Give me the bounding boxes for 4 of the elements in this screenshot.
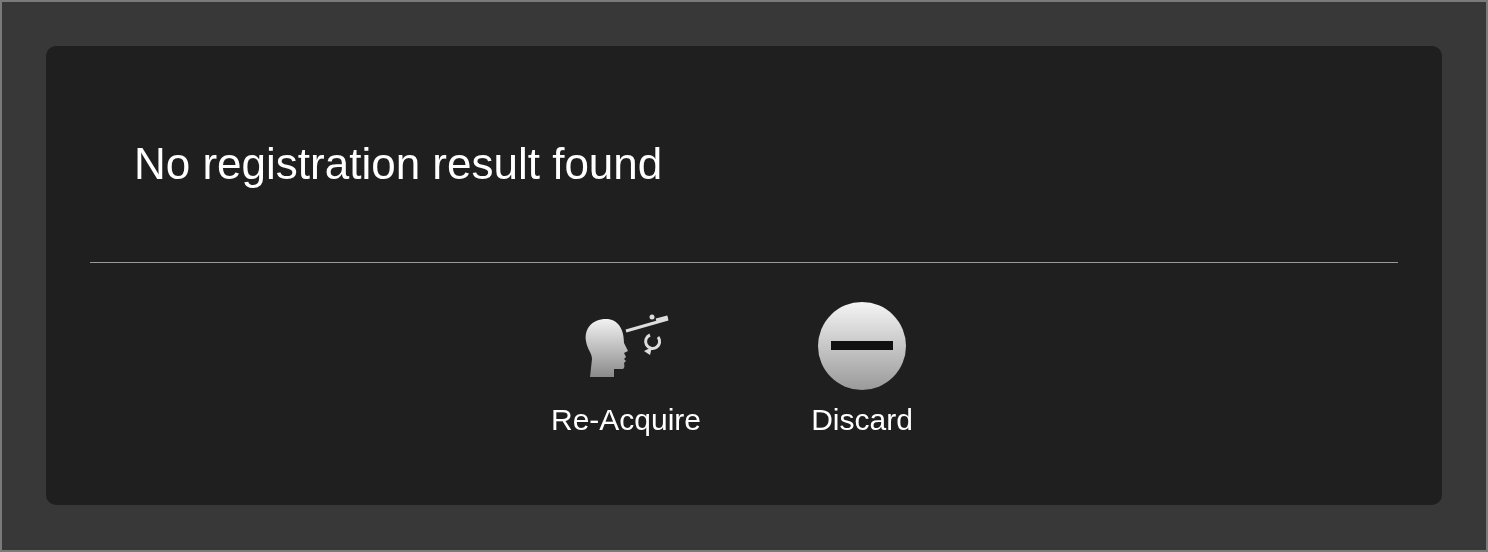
dialog-message: No registration result found [134,138,663,190]
dialog-button[interactable]: Discard [772,301,952,437]
dialog-button[interactable]: Re-Acquire [536,301,716,437]
minus-circle-icon [817,301,907,391]
